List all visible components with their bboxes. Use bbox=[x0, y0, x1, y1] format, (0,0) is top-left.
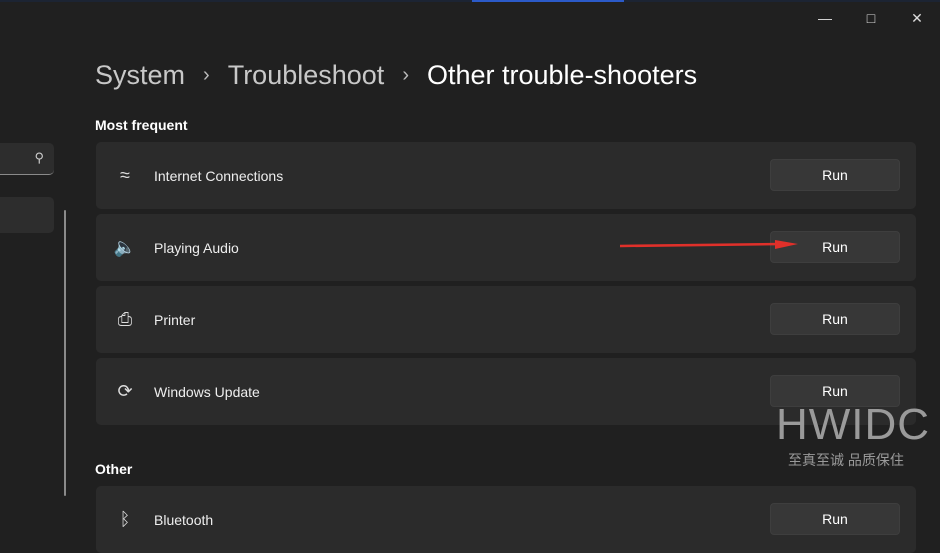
breadcrumb-troubleshoot[interactable]: Troubleshoot bbox=[228, 60, 385, 91]
item-internet-connections: ≈ Internet Connections Run bbox=[96, 142, 916, 209]
sidebar-selected-item[interactable] bbox=[0, 197, 54, 233]
section-other: Other bbox=[95, 461, 133, 477]
breadcrumb-system[interactable]: System bbox=[95, 60, 185, 91]
maximize-button[interactable]: □ bbox=[848, 6, 894, 30]
run-button-internet[interactable]: Run bbox=[770, 159, 900, 191]
scrollbar[interactable] bbox=[64, 210, 66, 496]
item-label: Playing Audio bbox=[154, 239, 239, 256]
run-button-printer[interactable]: Run bbox=[770, 303, 900, 335]
run-button-bluetooth[interactable]: Run bbox=[770, 503, 900, 535]
close-button[interactable]: ✕ bbox=[894, 6, 940, 30]
run-button-windows-update[interactable]: Run bbox=[770, 375, 900, 407]
printer-icon: ⎙ bbox=[117, 309, 133, 329]
watermark-subtitle: 至真至诚 品质保住 bbox=[788, 452, 904, 468]
item-windows-update: ⟳ Windows Update Run bbox=[96, 358, 916, 425]
wifi-ethernet-icon: ≈ bbox=[120, 165, 130, 185]
chevron-right-icon: › bbox=[203, 64, 210, 86]
item-bluetooth: ᛒ Bluetooth Run bbox=[96, 486, 916, 553]
item-label: Printer bbox=[154, 311, 196, 328]
search-icon: ⚲ bbox=[34, 150, 44, 165]
chevron-right-icon: › bbox=[402, 64, 409, 86]
item-label: Bluetooth bbox=[154, 511, 214, 528]
annotation-arrow bbox=[620, 240, 798, 249]
minimize-button[interactable]: — bbox=[802, 6, 848, 30]
search-input[interactable]: ⚲ bbox=[0, 143, 54, 175]
item-label: Windows Update bbox=[154, 383, 260, 400]
refresh-icon: ⟳ bbox=[117, 381, 133, 401]
bluetooth-icon: ᛒ bbox=[119, 509, 131, 529]
section-most-frequent: Most frequent bbox=[95, 117, 188, 133]
breadcrumb: System › Troubleshoot › Other trouble-sh… bbox=[95, 60, 697, 91]
page-title: Other trouble-shooters bbox=[426, 60, 698, 90]
item-printer: ⎙ Printer Run bbox=[96, 286, 916, 353]
item-label: Internet Connections bbox=[154, 167, 284, 184]
title-bar-accent bbox=[0, 0, 940, 2]
speaker-icon: 🔈 bbox=[113, 237, 137, 257]
